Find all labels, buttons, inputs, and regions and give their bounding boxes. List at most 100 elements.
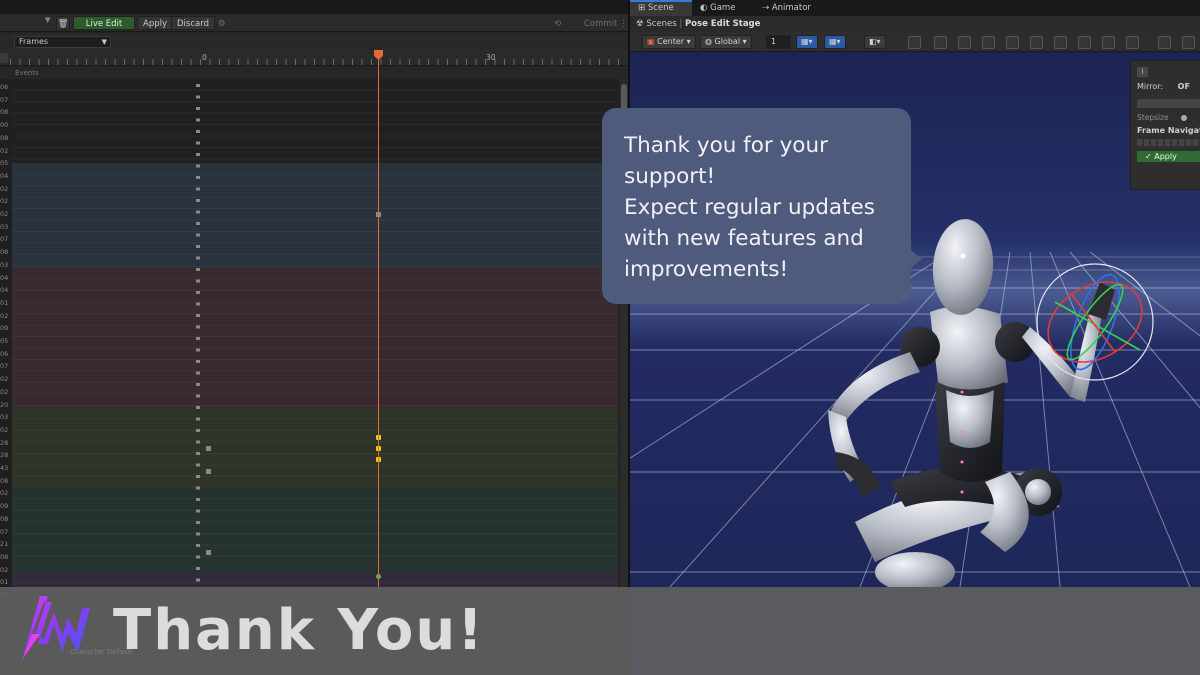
row-number: 05 xyxy=(0,159,9,168)
track-band-root xyxy=(12,79,618,163)
keyframe[interactable] xyxy=(206,469,211,474)
shading-icon[interactable] xyxy=(1182,36,1195,49)
rect-icon[interactable] xyxy=(1030,36,1043,49)
render-mode-icon[interactable]: ◧▾ xyxy=(864,35,886,49)
discard-button[interactable]: Discard xyxy=(171,16,215,30)
layers-icon[interactable] xyxy=(1102,36,1115,49)
history-icon[interactable]: ⟲ xyxy=(548,16,567,30)
bubble-text: Thank you for your support! Expect regul… xyxy=(624,133,875,282)
row-number: 08 xyxy=(0,476,9,485)
scene-toolbar: ▣ Center ▾ ◍ Global ▾ 1 ▦▾ ▦▾ ◧▾ xyxy=(630,32,1200,52)
mirror-toggle[interactable]: OF xyxy=(1178,82,1190,91)
row-number: 43 xyxy=(0,464,9,472)
transform-icon[interactable] xyxy=(1054,36,1067,49)
stepsize-label: Stepsize xyxy=(1137,113,1169,122)
light-icon[interactable] xyxy=(1126,36,1139,49)
row-number: 02 xyxy=(0,565,9,574)
tab-scene[interactable]: ⊞ Scene xyxy=(630,0,692,16)
tab-game[interactable]: ◐ Game xyxy=(692,0,750,16)
row-number: 08 xyxy=(0,514,9,523)
events-label: Events xyxy=(15,69,39,77)
row-number: 02 xyxy=(0,197,9,206)
inspector-apply-button[interactable]: ✓ Apply xyxy=(1137,151,1200,162)
mirror-field[interactable] xyxy=(1137,99,1200,108)
ruler-label-start: 0 xyxy=(202,53,207,62)
row-number: 01 xyxy=(0,298,9,307)
frame-nav-bar[interactable] xyxy=(1137,139,1200,146)
top-strip xyxy=(0,0,629,15)
row-number: 02 xyxy=(0,489,9,498)
row-number: 01 xyxy=(0,578,9,587)
frames-dropdown[interactable]: Frames ▼ xyxy=(14,36,111,48)
scene-view-panel: ⊞ Scene ◐ Game ⇢ Animator ☢ Scenes | Pos… xyxy=(630,0,1200,675)
gizmo-icon[interactable] xyxy=(1158,36,1171,49)
row-number: 02 xyxy=(0,375,9,384)
row-number: 06 xyxy=(0,83,9,91)
tab-animator[interactable]: ⇢ Animator xyxy=(754,0,824,16)
row-number: 00 xyxy=(0,121,9,130)
breadcrumb-scenes[interactable]: Scenes xyxy=(646,19,676,29)
row-number: 28 xyxy=(0,451,9,460)
globe-icon: ◍ xyxy=(705,37,715,46)
pose-inspector-panel: i Mirror: OF Stepsize Frame Navigat ✓ Ap… xyxy=(1130,60,1200,190)
apply-button[interactable]: Apply xyxy=(137,16,173,30)
trash-icon[interactable]: 🗑 xyxy=(56,16,70,30)
speech-bubble: Thank you for your support! Expect regul… xyxy=(602,108,911,304)
row-number: 04 xyxy=(0,171,9,180)
aw-logo-icon xyxy=(22,596,90,660)
space-dropdown[interactable]: ◍ Global ▾ xyxy=(700,35,752,49)
more-icon[interactable]: ⋮ xyxy=(613,16,629,30)
row-number: 02 xyxy=(0,146,9,155)
row-number: 09 xyxy=(0,324,9,333)
row-number: 08 xyxy=(0,108,9,117)
tab-label: Scene xyxy=(647,3,674,13)
info-icon[interactable]: i xyxy=(1137,67,1148,77)
grid-snap-icon[interactable]: ▦▾ xyxy=(796,35,818,49)
track-band-olive xyxy=(12,408,618,488)
playhead-line[interactable] xyxy=(378,50,379,595)
row-number: 02 xyxy=(0,311,9,320)
frames-dropdown-label: Frames xyxy=(19,37,49,46)
time-ruler[interactable]: 0 30 xyxy=(0,50,629,66)
chevron-down-icon[interactable]: ▼ xyxy=(45,16,50,24)
editor-tabs: ⊞ Scene ◐ Game ⇢ Animator xyxy=(630,0,1200,16)
frame-navigation-label: Frame Navigat xyxy=(1137,126,1200,135)
live-edit-button[interactable]: Live Edit xyxy=(73,16,135,30)
settings-icon[interactable]: ⚙ xyxy=(212,16,232,30)
row-number: 03 xyxy=(0,413,9,422)
frames-bar: Frames ▼ xyxy=(0,33,629,50)
track-band-teal xyxy=(12,488,618,572)
row-number: 02 xyxy=(0,184,9,193)
row-number: 08 xyxy=(0,248,9,257)
row-number-gutter: 06 07 08 00 08 02 05 04 02 02 02 03 07 08 03 04 04 01 02 09… xyxy=(0,79,11,599)
stepsize-slider[interactable] xyxy=(1181,115,1187,121)
snap-value-field[interactable]: 1 xyxy=(766,35,791,49)
ruler-ticks xyxy=(10,59,619,65)
chevron-down-icon: ▼ xyxy=(101,38,107,46)
ruler-grip[interactable] xyxy=(0,53,8,63)
row-number: 03 xyxy=(0,222,9,231)
animator-icon: ⇢ xyxy=(762,3,772,13)
hand-icon[interactable] xyxy=(934,36,947,49)
row-number: 21 xyxy=(0,540,9,549)
row-number: 08 xyxy=(0,133,9,142)
keyframe[interactable] xyxy=(206,550,211,555)
scale-icon[interactable] xyxy=(1006,36,1019,49)
row-number: 03 xyxy=(0,260,9,269)
events-row: Events xyxy=(0,67,629,79)
row-number: 28 xyxy=(0,438,9,447)
mirror-row: Mirror: OF xyxy=(1137,82,1190,91)
keyframe-column-start xyxy=(196,84,200,584)
orbit-icon[interactable] xyxy=(908,36,921,49)
pivot-label: Center xyxy=(657,37,685,46)
pivot-dropdown[interactable]: ▣ Center ▾ xyxy=(642,35,696,49)
keyframe[interactable] xyxy=(206,446,211,451)
rotate-icon[interactable] xyxy=(982,36,995,49)
move-icon[interactable] xyxy=(958,36,971,49)
row-number: 02 xyxy=(0,210,9,218)
breadcrumb: ☢ Scenes | Pose Edit Stage xyxy=(630,16,1200,32)
grid-view-icon[interactable]: ▦▾ xyxy=(824,35,846,49)
row-number: 07 xyxy=(0,362,9,371)
custom-tool-icon[interactable] xyxy=(1078,36,1091,49)
breadcrumb-stage: Pose Edit Stage xyxy=(684,19,761,29)
